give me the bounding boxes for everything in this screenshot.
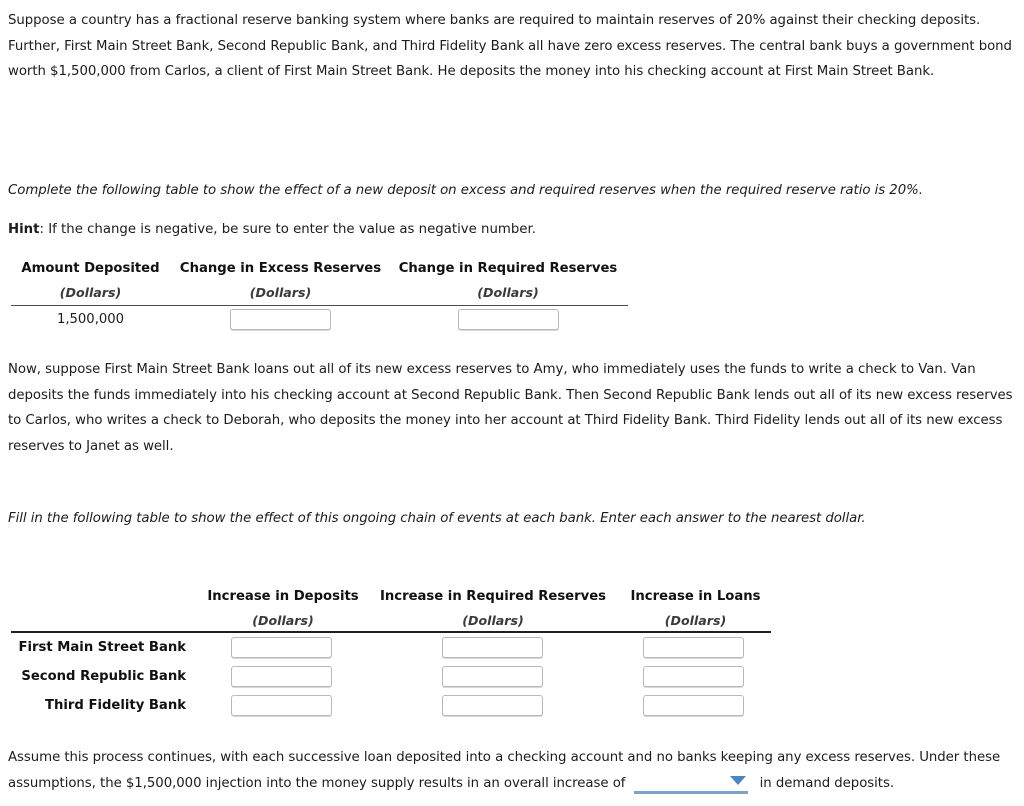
- col-subheader-increase-loans: (Dollars): [664, 613, 727, 628]
- input-first-main-street-bank-increase-required-reserves[interactable]: [442, 637, 543, 658]
- col-header-change-excess-reserves: Change in Excess Reserves: [179, 261, 382, 276]
- input-change-required-reserves[interactable]: [458, 309, 559, 330]
- input-first-main-street-bank-increase-deposits[interactable]: [231, 637, 332, 658]
- task1-hint-label: Hint: [8, 222, 40, 237]
- input-third-fidelity-bank-increase-loans[interactable]: [643, 695, 744, 716]
- task1-instruction: Complete the following table to show the…: [8, 183, 923, 198]
- col-header-increase-deposits: Increase in Deposits: [207, 589, 359, 604]
- input-second-republic-bank-increase-loans[interactable]: [643, 666, 744, 687]
- col-header-change-required-reserves: Change in Required Reserves: [398, 261, 618, 276]
- col-header-increase-loans: Increase in Loans: [630, 589, 761, 604]
- task1-hint: Hint: If the change is negative, be sure…: [8, 220, 536, 240]
- cell-amount-deposited: 1,500,000: [56, 312, 125, 327]
- input-third-fidelity-bank-increase-deposits[interactable]: [231, 695, 332, 716]
- table-deposit-effect-header-rule: [11, 305, 628, 306]
- overall-increase-dropdown-underline: [634, 791, 748, 794]
- chain-paragraph: Now, suppose First Main Street Bank loan…: [8, 362, 1013, 454]
- chevron-down-icon: [730, 776, 746, 785]
- table-bank-chain-header-rule: [11, 631, 771, 633]
- overall-increase-dropdown[interactable]: [634, 772, 748, 794]
- col-subheader-amount-deposited: (Dollars): [59, 285, 122, 300]
- input-second-republic-bank-increase-required-reserves[interactable]: [442, 666, 543, 687]
- col-subheader-increase-required-reserves: (Dollars): [462, 613, 524, 628]
- row-label-first-main-street-bank: First Main Street Bank: [18, 640, 187, 655]
- col-subheader-change-required-reserves: (Dollars): [477, 285, 539, 300]
- row-label-second-republic-bank: Second Republic Bank: [21, 669, 186, 684]
- closing-text-after: in demand deposits.: [759, 775, 895, 791]
- col-subheader-change-excess-reserves: (Dollars): [249, 285, 312, 300]
- intro-paragraph: Suppose a country has a fractional reser…: [8, 13, 1012, 79]
- closing-paragraph: Assume this process continues, with each…: [8, 745, 1016, 796]
- col-header-amount-deposited: Amount Deposited: [21, 261, 160, 276]
- input-first-main-street-bank-increase-loans[interactable]: [643, 637, 744, 658]
- worksheet-page: Suppose a country has a fractional reser…: [0, 0, 1024, 806]
- task1-hint-text: : If the change is negative, be sure to …: [39, 222, 536, 237]
- input-change-excess-reserves[interactable]: [230, 309, 331, 330]
- input-third-fidelity-bank-increase-required-reserves[interactable]: [442, 695, 543, 716]
- task2-instruction: Fill in the following table to show the …: [8, 511, 866, 526]
- row-label-third-fidelity-bank: Third Fidelity Bank: [45, 698, 186, 713]
- input-second-republic-bank-increase-deposits[interactable]: [231, 666, 332, 687]
- col-subheader-increase-deposits: (Dollars): [252, 613, 314, 628]
- col-header-increase-required-reserves: Increase in Required Reserves: [379, 589, 607, 604]
